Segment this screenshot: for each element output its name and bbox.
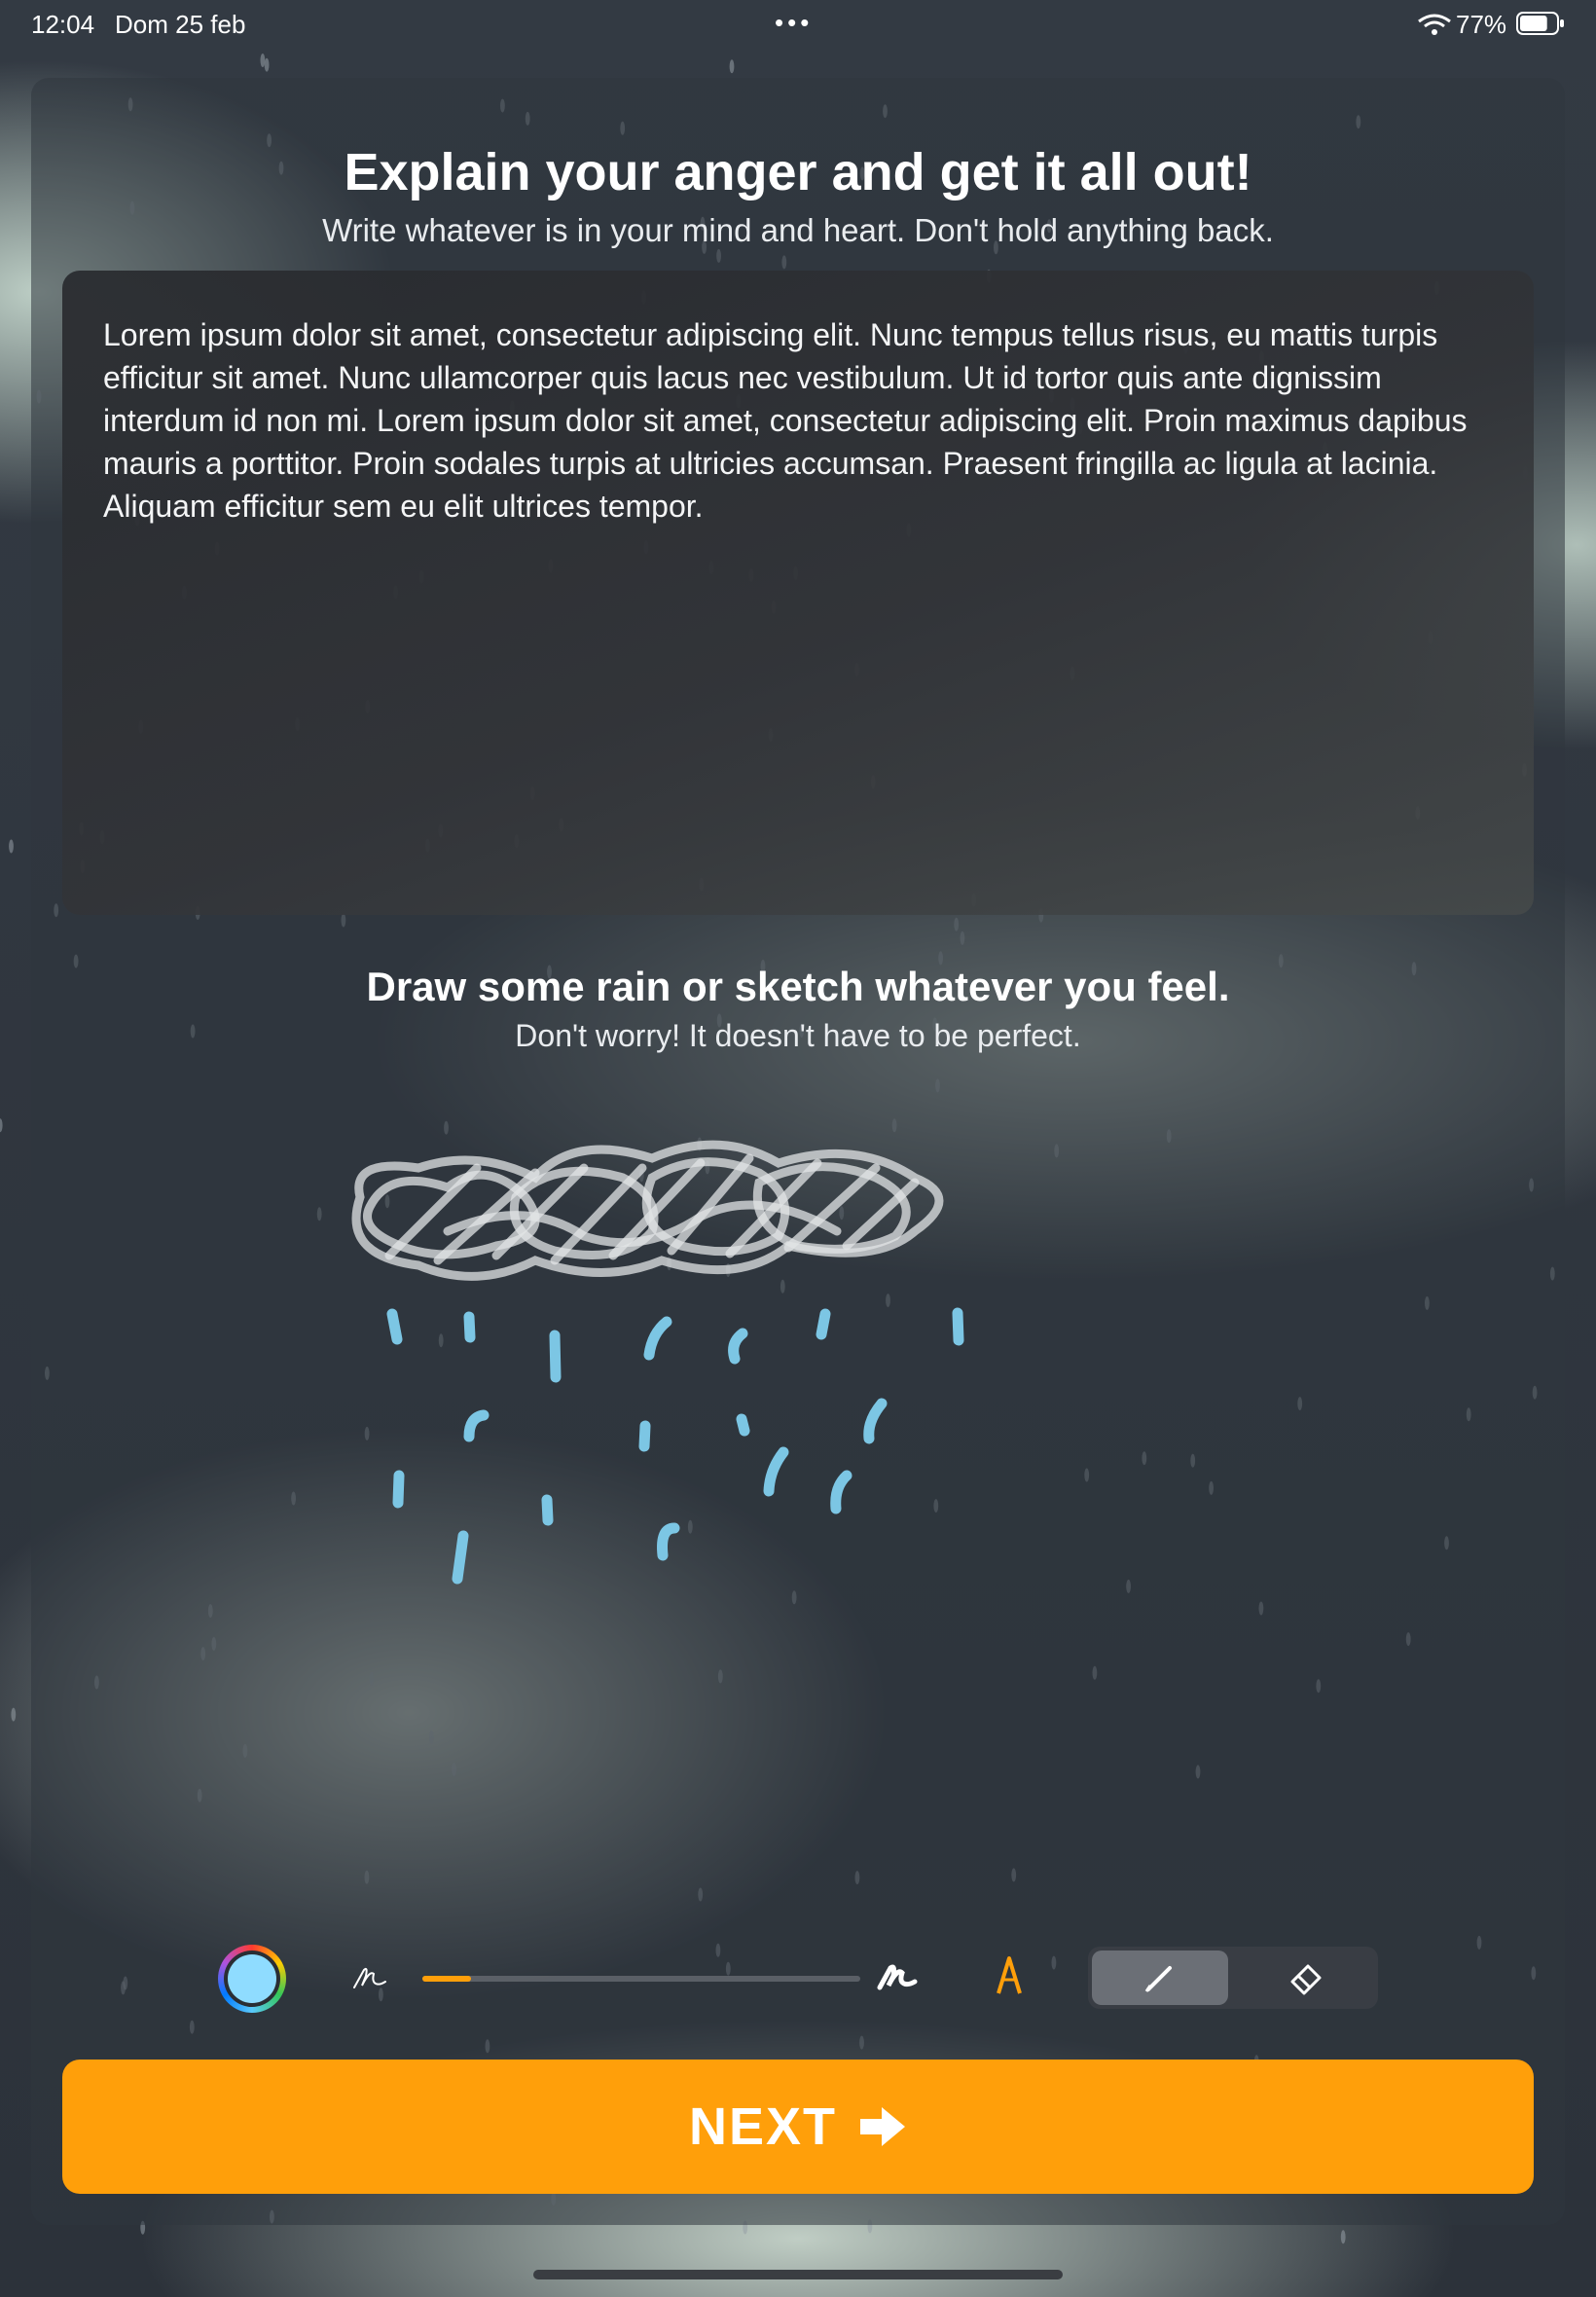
anger-text-area[interactable]: Lorem ipsum dolor sit amet, consectetur …: [62, 271, 1534, 915]
drawing-title: Draw some rain or sketch whatever you fe…: [366, 964, 1230, 1009]
next-label: NEXT: [688, 2097, 838, 2156]
sketched-cloud: [351, 1140, 944, 1281]
background-raindrop: [264, 57, 270, 72]
battery-icon: [1516, 12, 1564, 35]
pencil-tool-button[interactable]: [1092, 1951, 1228, 2005]
next-button[interactable]: NEXT: [62, 2060, 1534, 2194]
background-raindrop: [260, 54, 266, 67]
arrow-right-icon: [860, 2107, 906, 2146]
status-date: Dom 25 feb: [115, 10, 246, 39]
thin-stroke-icon[interactable]: [350, 1958, 389, 1997]
sketched-raindrops: [386, 1307, 964, 1585]
stroke-width-fill: [422, 1976, 471, 1982]
writing-title: Explain your anger and get it all out!: [344, 143, 1252, 201]
anger-text[interactable]: Lorem ipsum dolor sit amet, consectetur …: [103, 313, 1495, 528]
background-raindrop: [0, 1118, 3, 1133]
background-raindrop: [9, 839, 14, 854]
stroke-width-slider[interactable]: [422, 1976, 860, 1982]
thick-stroke-icon[interactable]: [876, 1956, 919, 1999]
eraser-tool-button[interactable]: [1238, 1951, 1374, 2005]
background-raindrop: [1340, 2230, 1346, 2244]
status-bar: 12:04 Dom 25 feb ••• 77%: [0, 0, 1596, 47]
home-indicator: [533, 2270, 1063, 2279]
drawing-toolbar: [0, 1937, 1596, 2015]
pencil-icon: [1144, 1966, 1172, 1992]
background-raindrop: [729, 59, 735, 74]
status-time: 12:04: [31, 10, 95, 39]
drawing-subtitle: Don't worry! It doesn't have to be perfe…: [515, 1018, 1081, 1053]
eraser-icon: [1290, 1964, 1322, 1995]
background-raindrop: [11, 1707, 17, 1722]
wifi-icon: [1418, 14, 1451, 35]
multitasking-dots-icon[interactable]: •••: [775, 8, 813, 38]
drawing-canvas[interactable]: [331, 1139, 1090, 1762]
battery-percent: 77%: [1456, 10, 1507, 39]
writing-subtitle: Write whatever is in your mind and heart…: [322, 212, 1274, 248]
color-picker-button[interactable]: [218, 1945, 286, 2013]
pencil-tip-icon[interactable]: [993, 1954, 1026, 1997]
selected-color-indicator: [228, 1954, 276, 2003]
tool-selector: [1088, 1947, 1378, 2009]
